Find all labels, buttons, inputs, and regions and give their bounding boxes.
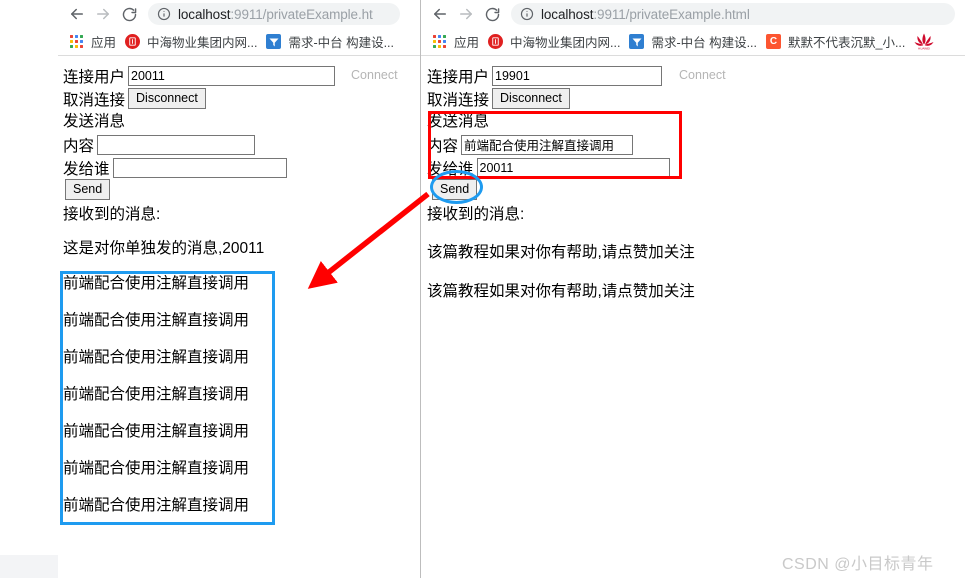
bookmark-huawei-right[interactable]: HUAWEI (911, 31, 941, 53)
disconnect-row-right: 取消连接 Disconnect (427, 87, 570, 110)
send-message-section-label-right: 发送消息 (427, 113, 490, 130)
disconnect-label: 取消连接 (63, 91, 126, 109)
bookmarks-bar-right: 应用 中海物业集团内网... 需求-中台 构建设... C 默默不代表沉默_小.… (421, 28, 965, 55)
browser-chrome-right: localhost:9911/privateExample.html 应用 中海… (421, 0, 965, 56)
info-circle-icon[interactable] (157, 7, 171, 21)
forward-icon[interactable] (90, 1, 116, 27)
zhonghai-favicon (124, 33, 141, 50)
bookmark-label: 应用 (91, 36, 117, 50)
connect-user-label: 连接用户 (63, 68, 126, 86)
list-item: 该篇教程如果对你有帮助,请点赞加关注 (427, 283, 695, 300)
first-received-message: 这是对你单独发的消息,20011 (63, 240, 265, 257)
bookmark-csdn-right[interactable]: C 默默不代表沉默_小... (763, 31, 911, 53)
received-messages-label-left: 接收到的消息: (63, 206, 161, 223)
connect-user-label: 连接用户 (427, 68, 490, 86)
connect-button[interactable]: Connect (343, 65, 406, 86)
bookmark-zhonghai-left[interactable]: 中海物业集团内网... (122, 31, 263, 53)
content-input[interactable] (97, 134, 256, 155)
address-bar-text-left: localhost:9911/privateExample.ht (178, 7, 373, 22)
disconnect-button[interactable]: Disconnect (492, 88, 570, 109)
list-item: 前端配合使用注解直接调用 (63, 460, 250, 477)
nav-toolbar-left: localhost:9911/privateExample.ht (58, 0, 420, 28)
content-row-left: 内容 (63, 133, 256, 156)
content-input[interactable] (461, 134, 634, 155)
connect-user-input[interactable] (492, 65, 663, 86)
svg-text:HUAWEI: HUAWEI (918, 46, 930, 50)
send-button[interactable]: Send (65, 179, 111, 200)
zhonghai-favicon (487, 33, 504, 50)
apps-grid-icon (68, 33, 85, 50)
disconnect-button[interactable]: Disconnect (128, 88, 206, 109)
huawei-logo-icon: HUAWEI (913, 33, 935, 50)
recipient-input[interactable] (476, 157, 670, 178)
connect-button[interactable]: Connect (671, 65, 734, 86)
bookmark-apps-left[interactable]: 应用 (66, 31, 122, 53)
list-item: 前端配合使用注解直接调用 (63, 275, 250, 292)
info-circle-icon[interactable] (520, 7, 534, 21)
send-message-section-label-left: 发送消息 (63, 113, 126, 130)
bookmark-label: 应用 (454, 36, 480, 50)
address-bar-text-right: localhost:9911/privateExample.html (541, 7, 750, 22)
address-bar-left[interactable]: localhost:9911/privateExample.ht (148, 3, 400, 25)
recipient-input[interactable] (112, 157, 287, 178)
bookmark-label: 需求-中台 构建设... (651, 36, 757, 50)
apps-grid-icon (431, 33, 448, 50)
bookmark-xuqiu-right[interactable]: 需求-中台 构建设... (626, 31, 763, 53)
desktop-backdrop (0, 0, 58, 578)
url-host-left: localhost (178, 6, 231, 22)
list-item: 前端配合使用注解直接调用 (63, 386, 250, 403)
recipient-row-right: 发给谁 (427, 156, 670, 179)
reload-icon[interactable] (116, 1, 142, 27)
bookmark-zhonghai-right[interactable]: 中海物业集团内网... (485, 31, 626, 53)
recipient-label: 发给谁 (63, 160, 110, 178)
xuqiu-favicon (628, 33, 645, 50)
recipient-label: 发给谁 (427, 160, 474, 178)
bookmark-label: 中海物业集团内网... (510, 36, 621, 50)
url-path-left: :9911/privateExample.ht (230, 6, 373, 22)
recipient-row-left: 发给谁 (63, 156, 287, 179)
send-button[interactable]: Send (432, 179, 478, 200)
browser-chrome-left: localhost:9911/privateExample.ht 应用 中海物业… (58, 0, 420, 56)
received-messages-label-right: 接收到的消息: (427, 206, 525, 223)
bookmarks-bar-left: 应用 中海物业集团内网... 需求-中台 构建设... (58, 28, 420, 55)
address-bar-right[interactable]: localhost:9911/privateExample.html (511, 3, 955, 25)
reload-icon[interactable] (479, 1, 505, 27)
list-item: 前端配合使用注解直接调用 (63, 497, 250, 514)
content-row-right: 内容 (427, 133, 634, 156)
browser-window-left: localhost:9911/privateExample.ht 应用 中海物业… (58, 0, 421, 578)
xuqiu-favicon (265, 33, 282, 50)
connect-row-left: 连接用户 Connect (63, 64, 406, 87)
bookmark-label: 默默不代表沉默_小... (788, 36, 906, 50)
bookmark-xuqiu-left[interactable]: 需求-中台 构建设... (263, 31, 400, 53)
screenshot-root: localhost:9911/privateExample.ht 应用 中海物业… (0, 0, 965, 578)
disconnect-row-left: 取消连接 Disconnect (63, 87, 206, 110)
nav-toolbar-right: localhost:9911/privateExample.html (421, 0, 965, 28)
web-page-left: 连接用户 Connect 取消连接 Disconnect 发送消息 内容 发给谁… (58, 56, 420, 578)
back-icon[interactable] (64, 1, 90, 27)
csdn-favicon: C (765, 33, 782, 50)
bookmark-label: 中海物业集团内网... (147, 36, 258, 50)
csdn-letter: C (766, 34, 781, 49)
connect-row-right: 连接用户 Connect (427, 64, 734, 87)
url-path-right: :9911/privateExample.html (593, 6, 750, 22)
web-page-right: 连接用户 Connect 取消连接 Disconnect 发送消息 内容 发给谁… (421, 56, 965, 578)
disconnect-label: 取消连接 (427, 91, 490, 109)
url-host-right: localhost (541, 6, 594, 22)
back-icon[interactable] (427, 1, 453, 27)
content-label: 内容 (427, 137, 459, 155)
bookmark-label: 需求-中台 构建设... (288, 36, 394, 50)
list-item: 前端配合使用注解直接调用 (63, 349, 250, 366)
bookmark-apps-right[interactable]: 应用 (429, 31, 485, 53)
list-item: 前端配合使用注解直接调用 (63, 423, 250, 440)
list-item: 前端配合使用注解直接调用 (63, 312, 250, 329)
forward-icon[interactable] (453, 1, 479, 27)
list-item: 该篇教程如果对你有帮助,请点赞加关注 (427, 244, 695, 261)
connect-user-input[interactable] (128, 65, 336, 86)
desktop-taskbar-strip (0, 555, 58, 578)
csdn-watermark: CSDN @小目标青年 (782, 556, 934, 573)
content-label: 内容 (63, 137, 95, 155)
browser-window-right: localhost:9911/privateExample.html 应用 中海… (421, 0, 965, 578)
